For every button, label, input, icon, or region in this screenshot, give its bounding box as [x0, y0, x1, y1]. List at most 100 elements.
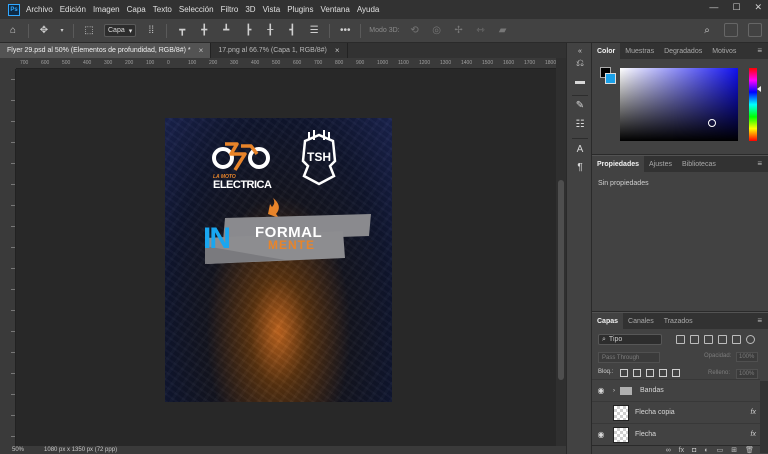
- menu-vista[interactable]: Vista: [263, 5, 281, 14]
- brush-settings-icon[interactable]: ✎: [573, 99, 587, 113]
- opacity-input[interactable]: 100%: [736, 352, 758, 362]
- lock-transparency-icon[interactable]: [620, 369, 628, 377]
- layer-row-bandas[interactable]: ◉ › Bandas: [592, 379, 760, 401]
- align-middle-icon[interactable]: ╋: [197, 25, 211, 36]
- eye-icon[interactable]: ◉: [592, 408, 610, 417]
- canvas-scrollbar[interactable]: [556, 58, 566, 446]
- tab-17-png[interactable]: 17.png al 66.7% (Capa 1, RGB/8#) ×: [211, 43, 348, 58]
- color-picker-field[interactable]: [620, 68, 738, 141]
- fill-input[interactable]: 100%: [736, 369, 758, 379]
- menu-archivo[interactable]: Archivo: [26, 5, 53, 14]
- photoshop-logo-icon[interactable]: Ps: [8, 3, 20, 16]
- ruler-vertical[interactable]: [0, 69, 16, 446]
- layer-select-dropdown[interactable]: Capa ▾: [104, 24, 137, 37]
- close-icon[interactable]: ×: [335, 46, 340, 55]
- chevron-down-icon[interactable]: ▾: [59, 27, 65, 34]
- share-icon[interactable]: [748, 23, 762, 37]
- panel-menu-icon[interactable]: ≡: [757, 159, 762, 168]
- menu-capa[interactable]: Capa: [127, 5, 146, 14]
- tab-propiedades[interactable]: Propiedades: [592, 156, 645, 172]
- tab-degradados[interactable]: Degradados: [659, 43, 707, 59]
- lock-position-icon[interactable]: [646, 369, 654, 377]
- layer-row-flecha[interactable]: ◉ Flecha fx: [592, 423, 760, 445]
- mask-icon[interactable]: ◘: [692, 447, 696, 454]
- distribute-icon[interactable]: ☰: [307, 25, 321, 36]
- history-icon[interactable]: ⎌: [573, 57, 587, 71]
- tab-motivos[interactable]: Motivos: [707, 43, 741, 59]
- chevron-right-icon[interactable]: ›: [613, 388, 615, 394]
- menu-edicion[interactable]: Edición: [60, 5, 86, 14]
- eye-icon[interactable]: ◉: [592, 430, 610, 439]
- background-swatch[interactable]: [605, 73, 616, 84]
- tab-capas[interactable]: Capas: [592, 313, 624, 329]
- align-center-icon[interactable]: ╂: [263, 25, 277, 36]
- menu-plugins[interactable]: Plugins: [287, 5, 313, 14]
- menu-3d[interactable]: 3D: [245, 5, 255, 14]
- canvas-area[interactable]: LA MOTO ELECTRICA TSH IN FORMAL MENTE: [16, 69, 556, 446]
- fx-icon[interactable]: fx: [751, 409, 756, 416]
- adjustment-filter-icon[interactable]: [690, 335, 699, 344]
- shape-filter-icon[interactable]: [718, 335, 727, 344]
- tab-bibliotecas[interactable]: Bibliotecas: [677, 156, 721, 172]
- align-bottom-icon[interactable]: ┻: [219, 25, 233, 36]
- tab-color[interactable]: Color: [592, 43, 621, 59]
- type-filter-icon[interactable]: [704, 335, 713, 344]
- auto-select-icon[interactable]: ⬚: [82, 25, 96, 36]
- roll-3d-icon[interactable]: ◎: [430, 25, 444, 36]
- move-tool-icon[interactable]: ✥: [37, 25, 51, 36]
- link-icon[interactable]: ∞: [666, 447, 671, 454]
- tab-ajustes[interactable]: Ajustes: [644, 156, 677, 172]
- menu-seleccion[interactable]: Selección: [179, 5, 214, 14]
- paragraph-icon[interactable]: ¶: [573, 161, 587, 175]
- folder-icon[interactable]: ▭: [717, 446, 724, 454]
- character-icon[interactable]: A: [573, 143, 587, 157]
- menu-filtro[interactable]: Filtro: [221, 5, 239, 14]
- color-picker-cursor[interactable]: [708, 119, 716, 127]
- blend-mode-select[interactable]: Pass Through: [598, 352, 660, 363]
- ruler-horizontal[interactable]: 700 600 500 400 300 200 100 0 100 200 30…: [16, 58, 556, 69]
- menu-texto[interactable]: Texto: [153, 5, 172, 14]
- new-layer-icon[interactable]: ⊞: [731, 446, 737, 454]
- minimize-button[interactable]: —: [709, 2, 718, 13]
- camera-3d-icon[interactable]: ▰: [496, 25, 510, 36]
- comments-icon[interactable]: ▬: [573, 75, 587, 89]
- adjustments-icon[interactable]: ☷: [573, 118, 587, 132]
- tab-canales[interactable]: Canales: [623, 313, 659, 329]
- close-window-button[interactable]: ✕: [754, 2, 762, 13]
- lock-artboard-icon[interactable]: [659, 369, 667, 377]
- slide-3d-icon[interactable]: ⇿: [474, 25, 488, 36]
- more-options-icon[interactable]: •••: [338, 25, 352, 36]
- align-left-icon[interactable]: ┣: [241, 25, 255, 36]
- layer-filter-select[interactable]: ⌕ Tipo: [598, 334, 662, 345]
- orbit-3d-icon[interactable]: ⟲: [408, 25, 422, 36]
- smart-object-filter-icon[interactable]: [732, 335, 741, 344]
- layers-scrollbar[interactable]: [760, 381, 768, 453]
- flyer-document[interactable]: LA MOTO ELECTRICA TSH IN FORMAL MENTE: [165, 118, 392, 402]
- tab-flyer-29[interactable]: Flyer 29.psd al 50% (Elementos de profun…: [0, 43, 212, 58]
- align-right-icon[interactable]: ┫: [285, 25, 299, 36]
- align-top-icon[interactable]: ┳: [175, 25, 189, 36]
- ruler-corner[interactable]: [0, 58, 16, 69]
- hue-slider-handle[interactable]: [757, 86, 761, 92]
- lock-all-icon[interactable]: [672, 369, 680, 377]
- maximize-button[interactable]: ☐: [732, 2, 740, 13]
- pixel-filter-icon[interactable]: [676, 335, 685, 344]
- menu-imagen[interactable]: Imagen: [93, 5, 120, 14]
- panel-menu-icon[interactable]: ≡: [757, 316, 762, 325]
- search-icon[interactable]: ⌕: [700, 25, 714, 36]
- fx-icon[interactable]: fx: [751, 431, 756, 438]
- home-icon[interactable]: ⌂: [6, 25, 20, 36]
- adjustment-icon[interactable]: ◐: [704, 447, 708, 454]
- tab-trazados[interactable]: Trazados: [659, 313, 698, 329]
- drag-3d-icon[interactable]: ✢: [452, 25, 466, 36]
- filter-toggle-icon[interactable]: [746, 335, 755, 344]
- scrollbar-thumb[interactable]: [558, 180, 564, 380]
- eye-icon[interactable]: ◉: [592, 386, 610, 395]
- layer-row-flecha-copia[interactable]: ◉ Flecha copia fx: [592, 401, 760, 423]
- fx-icon[interactable]: fx: [679, 447, 684, 454]
- trash-icon[interactable]: 🗑: [745, 446, 754, 454]
- menu-ayuda[interactable]: Ayuda: [357, 5, 380, 14]
- workspace-icon[interactable]: [724, 23, 738, 37]
- close-icon[interactable]: ×: [199, 46, 204, 55]
- panel-menu-icon[interactable]: ≡: [757, 46, 762, 55]
